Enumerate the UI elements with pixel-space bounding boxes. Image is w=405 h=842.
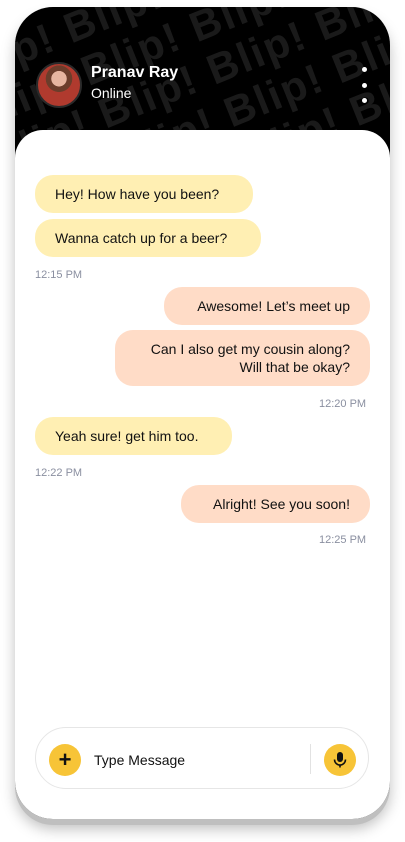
plus-icon[interactable]: + [49, 744, 81, 776]
contact-name: Pranav Ray [91, 64, 179, 81]
more-options-icon[interactable] [358, 67, 370, 103]
message-bubble-incoming[interactable]: Wanna catch up for a beer? [35, 219, 261, 257]
phone-frame: Blip! Blip! Blip! Blip! Blip! Blip! Blip… [15, 7, 390, 819]
composer-divider [310, 744, 311, 774]
message-bubble-incoming[interactable]: Yeah sure! get him too. [35, 417, 232, 455]
message-timestamp: 12:22 PM [35, 467, 83, 479]
message-input[interactable] [94, 750, 304, 770]
message-composer: + [35, 727, 369, 789]
microphone-icon[interactable] [324, 744, 356, 776]
message-timestamp: 12:20 PM [319, 398, 367, 410]
contact-status: Online [91, 85, 132, 101]
message-bubble-outgoing[interactable]: Alright! See you soon! [181, 485, 370, 523]
message-list[interactable]: Hey! How have you been? Wanna catch up f… [15, 130, 390, 819]
avatar[interactable] [36, 62, 82, 108]
message-bubble-outgoing[interactable]: Can I also get my cousin along? Will tha… [115, 330, 370, 386]
message-bubble-incoming[interactable]: Hey! How have you been? [35, 175, 253, 213]
message-timestamp: 12:15 PM [35, 269, 83, 281]
message-timestamp: 12:25 PM [319, 534, 367, 546]
message-bubble-outgoing[interactable]: Awesome! Let’s meet up [164, 287, 370, 325]
